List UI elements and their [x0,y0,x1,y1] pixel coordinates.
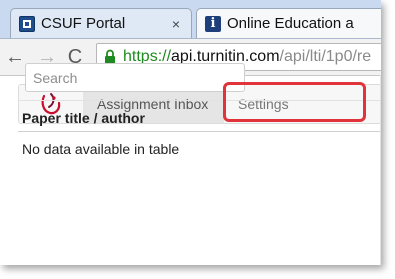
tab-title: Online Education a [227,15,354,32]
close-icon[interactable]: × [169,16,183,32]
page-edge [380,75,381,265]
url-path: /api/lti/1p0/re [279,48,372,65]
info-icon: i [205,15,221,32]
table-header-border [18,131,381,132]
back-arrow-icon[interactable]: ← [4,46,26,68]
browser-window: CSUF Portal × i Online Education a ← → C… [0,0,381,265]
portal-icon [19,15,35,32]
tab-title: CSUF Portal [41,15,126,32]
browser-tab-online-education[interactable]: i Online Education a [196,8,381,38]
browser-tab-csuf-portal[interactable]: CSUF Portal × [10,8,192,38]
column-header-paper-title[interactable]: Paper title / author [22,110,145,126]
empty-table-message: No data available in table [22,141,180,157]
tab-strip: CSUF Portal × i Online Education a [0,0,381,39]
search-input[interactable] [25,63,245,92]
settings-highlight-box [223,82,366,122]
